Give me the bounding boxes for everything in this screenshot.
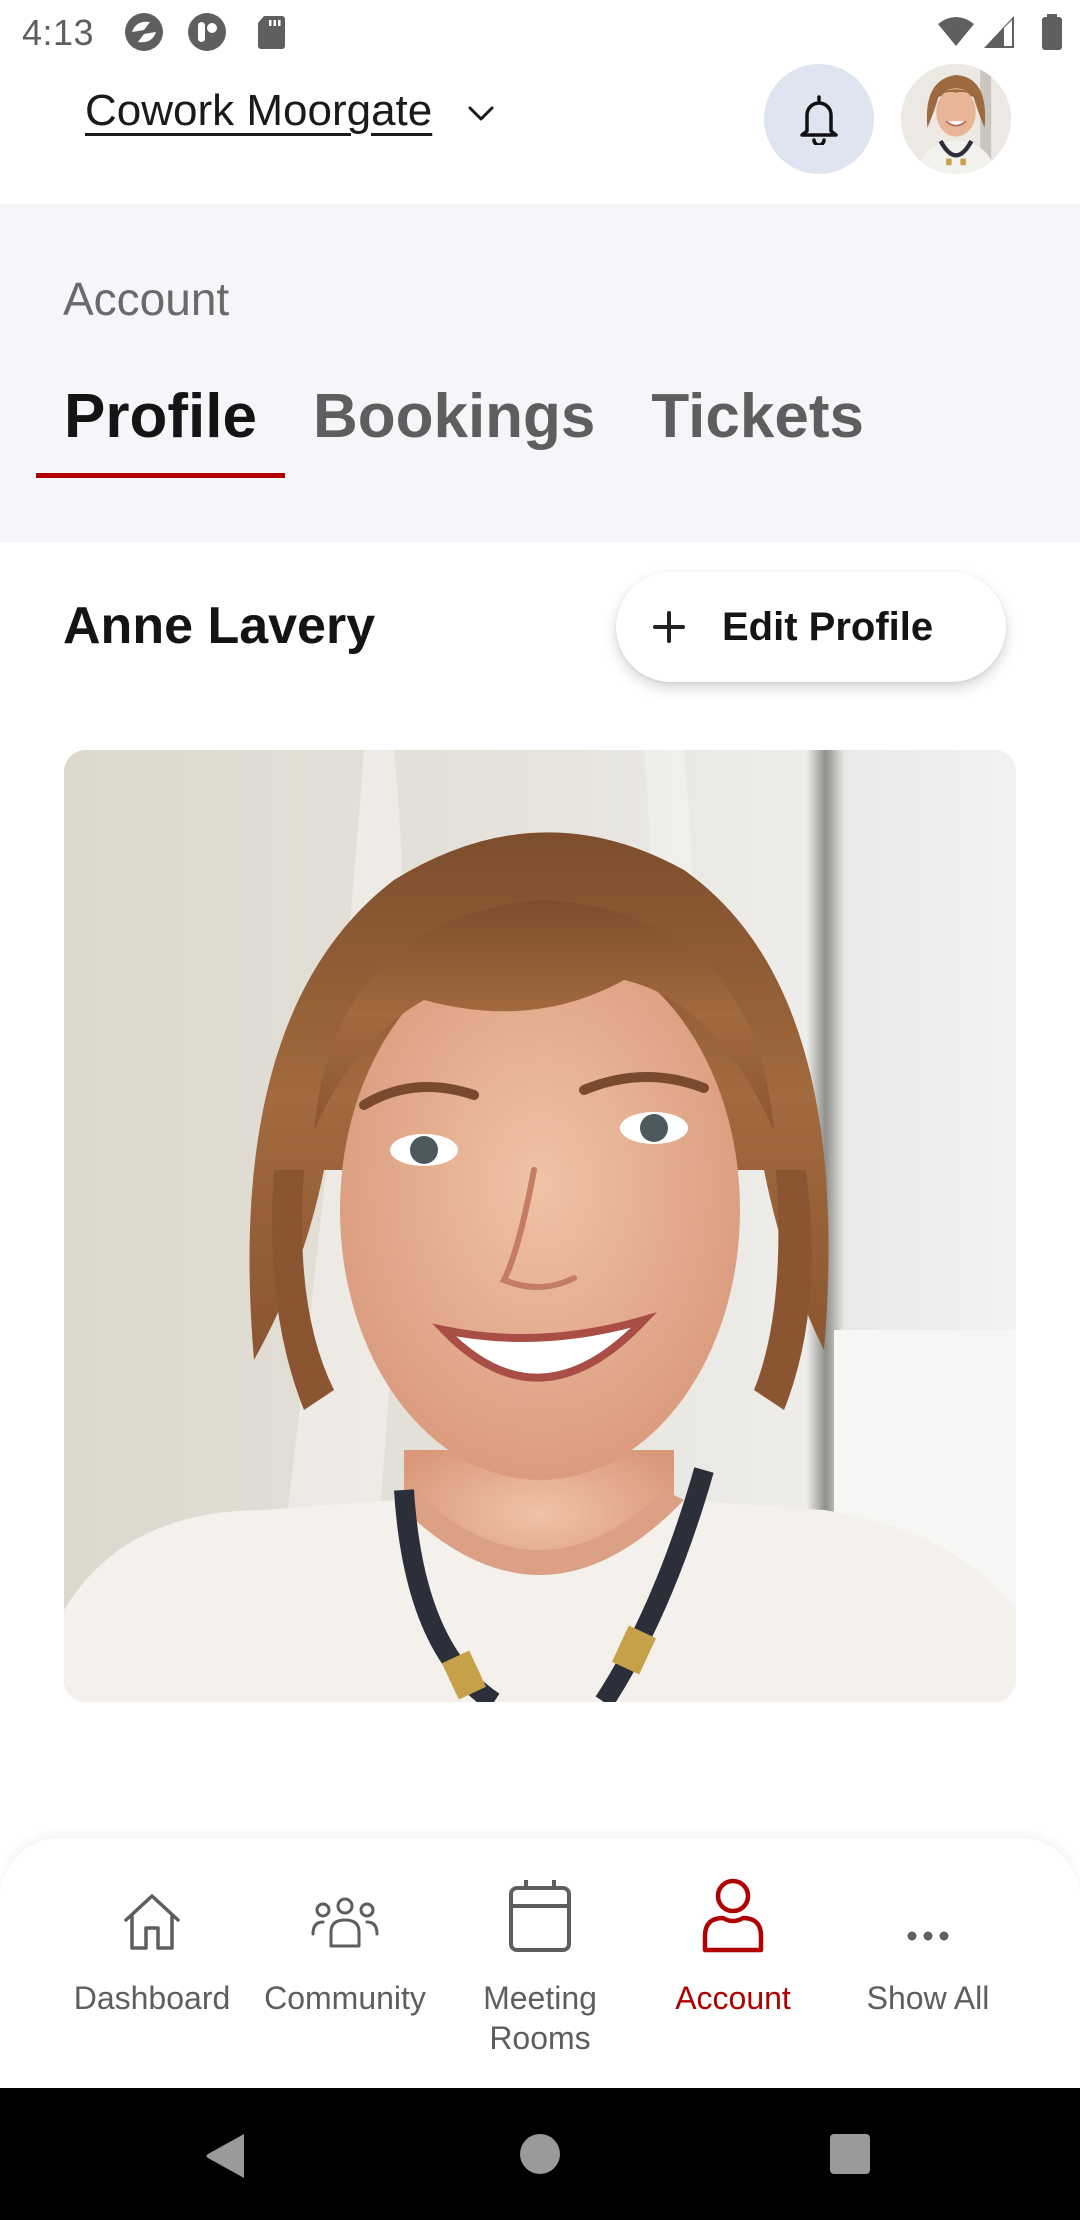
nav-account[interactable]: Account	[638, 1874, 828, 2018]
status-bar: 4:13	[0, 0, 1080, 64]
notifications-button[interactable]	[764, 64, 874, 174]
sd-card-icon	[258, 16, 285, 49]
edit-profile-button[interactable]: Edit Profile	[616, 572, 1006, 682]
back-icon[interactable]	[204, 2132, 248, 2180]
app-notification-icon	[188, 13, 226, 51]
location-selector[interactable]: Cowork Moorgate	[85, 86, 496, 136]
tab-bookings[interactable]: Bookings	[285, 380, 623, 490]
bell-icon	[800, 95, 838, 145]
section-label: Account	[63, 273, 230, 325]
more-horizontal-icon	[907, 1931, 949, 1941]
account-tabs: Profile Bookings Tickets	[36, 380, 892, 490]
profile-name: Anne Lavery	[63, 597, 376, 655]
avatar[interactable]	[901, 64, 1011, 174]
system-nav-bar	[0, 2088, 1080, 2220]
battery-icon	[1042, 14, 1062, 50]
nav-meeting-rooms[interactable]: Meeting Rooms	[445, 1874, 635, 2058]
nav-label: Account	[675, 1980, 791, 2016]
people-icon	[311, 1897, 379, 1948]
nav-show-all[interactable]: Show All	[833, 1874, 1023, 2018]
home-icon	[124, 1894, 180, 1950]
cell-signal-icon	[984, 16, 1014, 48]
calendar-icon	[509, 1880, 571, 1952]
avatar-photo	[901, 64, 1011, 174]
app-header: Cowork Moorgate	[0, 64, 1080, 204]
nav-label: Show All	[866, 1980, 990, 2016]
tab-tickets[interactable]: Tickets	[623, 380, 892, 490]
profile-photo	[64, 750, 1016, 1702]
recents-icon[interactable]	[828, 2132, 872, 2176]
home-button-icon[interactable]	[518, 2132, 562, 2176]
tab-profile[interactable]: Profile	[36, 380, 285, 490]
nav-community[interactable]: Community	[250, 1874, 440, 2018]
user-icon	[702, 1878, 764, 1953]
nav-label: Community	[264, 1980, 426, 2016]
wifi-icon	[938, 17, 974, 46]
nav-label: Dashboard	[73, 1980, 231, 2016]
edit-profile-label: Edit Profile	[722, 604, 934, 649]
plus-icon	[653, 611, 685, 643]
account-section: Account Profile Bookings Tickets	[0, 204, 1080, 542]
sync-app-icon	[125, 13, 163, 51]
nav-dashboard[interactable]: Dashboard	[57, 1874, 247, 2018]
nav-label: Meeting Rooms	[483, 1980, 597, 2056]
status-time: 4:13	[22, 12, 95, 53]
location-name: Cowork Moorgate	[85, 86, 433, 135]
chevron-down-icon	[468, 106, 494, 121]
bottom-nav: Dashboard Community Meeting Rooms Accoun…	[0, 1838, 1080, 2088]
profile-photo-image	[64, 750, 1016, 1702]
